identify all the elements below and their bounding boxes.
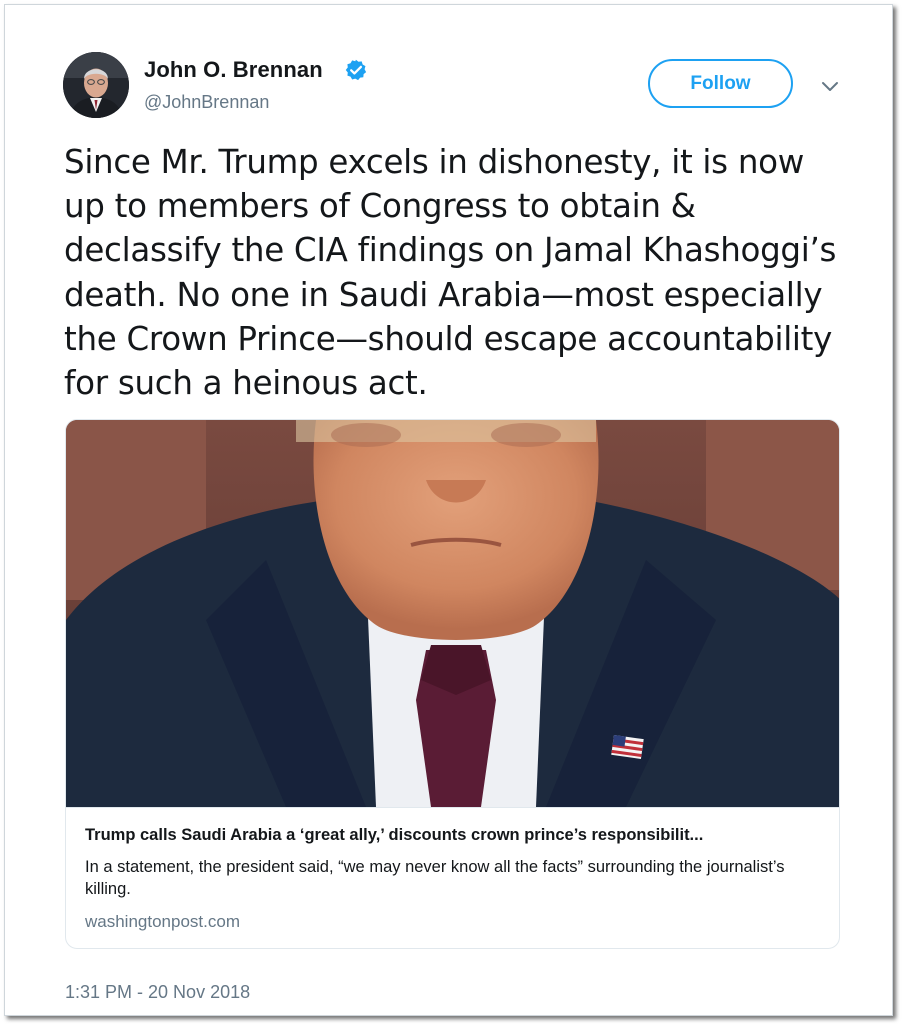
link-card-image (66, 420, 839, 808)
avatar-photo (63, 52, 129, 118)
author-display-name[interactable]: John O. Brennan (144, 57, 323, 83)
link-card[interactable]: Trump calls Saudi Arabia a ‘great ally,’… (65, 419, 840, 949)
link-card-description: In a statement, the president said, “we … (85, 858, 785, 898)
tweet-timestamp[interactable]: 1:31 PM - 20 Nov 2018 (65, 982, 250, 1003)
link-card-title[interactable]: Trump calls Saudi Arabia a ‘great ally,’… (85, 826, 825, 845)
chevron-down-icon[interactable] (819, 75, 841, 97)
avatar[interactable] (63, 52, 129, 118)
tweet-frame: John O. Brennan @JohnBrennan Follow Sinc… (4, 4, 893, 1016)
author-handle[interactable]: @JohnBrennan (144, 92, 269, 113)
follow-button[interactable]: Follow (648, 59, 793, 108)
tweet-text: Since Mr. Trump excels in dishonesty, it… (64, 143, 837, 403)
link-card-domain: washingtonpost.com (85, 912, 240, 931)
verified-badge-icon (345, 59, 367, 81)
